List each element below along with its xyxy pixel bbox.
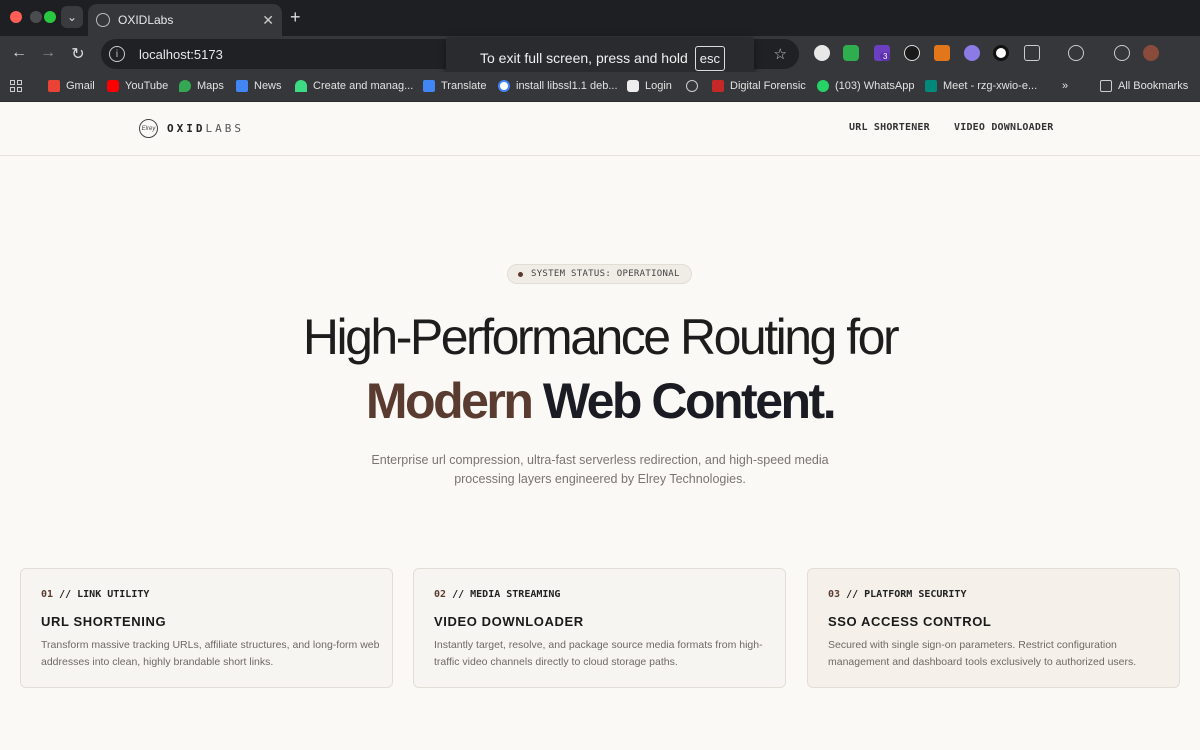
bookmark-news[interactable]: News bbox=[236, 80, 282, 92]
status-dot-icon bbox=[518, 271, 523, 277]
minimize-window-button[interactable] bbox=[30, 11, 42, 23]
forward-arrow-icon[interactable]: → bbox=[38, 44, 58, 62]
bookmark-digital-forensic[interactable]: Digital Forensic bbox=[712, 80, 806, 92]
fullscreen-window-button[interactable] bbox=[44, 11, 56, 23]
extension-ghost-icon[interactable] bbox=[964, 45, 980, 61]
logo-light-text: LABS bbox=[205, 122, 244, 135]
new-tab-plus-icon[interactable]: + bbox=[290, 7, 301, 28]
bookmark-whatsapp[interactable]: (103) WhatsApp bbox=[817, 80, 914, 92]
card-description: Transform massive tracking URLs, affilia… bbox=[41, 639, 380, 668]
hero-subtitle: Enterprise url compression, ultra-fast s… bbox=[371, 453, 829, 486]
google-icon bbox=[498, 80, 510, 92]
bookmark-globe[interactable] bbox=[686, 80, 704, 92]
extensions-puzzle-icon[interactable] bbox=[1024, 45, 1040, 61]
login-icon bbox=[627, 80, 639, 92]
nav-url-shortener[interactable]: URL SHORTENER bbox=[849, 122, 930, 133]
card-description: Instantly target, resolve, and package s… bbox=[434, 639, 763, 668]
android-icon bbox=[295, 80, 307, 92]
more-bookmarks-chevron-icon[interactable]: » bbox=[1062, 80, 1068, 92]
nav-video-downloader[interactable]: VIDEO DOWNLOADER bbox=[954, 122, 1054, 133]
hero-heading-line-2: Modern Web Content. bbox=[0, 372, 1200, 430]
whatsapp-icon bbox=[817, 80, 829, 92]
maps-icon bbox=[179, 80, 191, 92]
gmail-icon bbox=[48, 80, 60, 92]
feature-card-url-shortening: 01 // LINK UTILITY URL SHORTENING Transf… bbox=[20, 568, 393, 688]
performance-icon[interactable] bbox=[1114, 45, 1130, 61]
fullscreen-toast-message: To exit full screen, press and hold bbox=[480, 50, 688, 66]
globe-icon bbox=[96, 13, 110, 27]
bookmark-gmail[interactable]: Gmail bbox=[48, 80, 95, 92]
system-status-badge: SYSTEM STATUS: OPERATIONAL bbox=[507, 264, 692, 284]
bookmark-login[interactable]: Login bbox=[627, 80, 672, 92]
extension-infinity-icon[interactable] bbox=[993, 45, 1009, 61]
bookmark-create-and-manage[interactable]: Create and manag... bbox=[295, 80, 413, 92]
news-icon bbox=[236, 80, 248, 92]
logo-bold-text: OXID bbox=[167, 122, 206, 135]
bookmarks-bar: Gmail YouTube Maps News Create and manag… bbox=[0, 72, 1200, 102]
bookmark-maps[interactable]: Maps bbox=[179, 80, 224, 92]
bookmark-star-icon[interactable]: ☆ bbox=[774, 45, 787, 63]
profile-avatar[interactable] bbox=[1143, 45, 1159, 61]
hero-accent-word: Modern bbox=[365, 373, 534, 429]
folder-icon bbox=[1100, 80, 1112, 92]
hero-heading-rest: Web Content. bbox=[531, 373, 837, 429]
reload-icon[interactable]: ↻ bbox=[68, 44, 88, 64]
back-arrow-icon[interactable]: ← bbox=[9, 44, 29, 62]
all-bookmarks-folder[interactable]: All Bookmarks bbox=[1100, 80, 1188, 92]
bookmark-install-libssl[interactable]: install libssl1.1 deb... bbox=[498, 80, 618, 92]
tab-bar: ⌄ OXIDLabs ✕ + bbox=[0, 0, 1200, 36]
card-title: URL SHORTENING bbox=[41, 614, 167, 629]
card-title: SSO ACCESS CONTROL bbox=[828, 614, 992, 629]
browser-tab[interactable]: OXIDLabs ✕ bbox=[88, 4, 282, 36]
extension-icon[interactable] bbox=[814, 45, 830, 61]
site-info-icon[interactable]: i bbox=[109, 46, 125, 62]
tab-search-chevron-icon[interactable]: ⌄ bbox=[61, 6, 83, 28]
bookmark-meet[interactable]: Meet - rzg-xwio-e... bbox=[925, 80, 1037, 92]
meet-icon bbox=[925, 80, 937, 92]
history-icon[interactable] bbox=[1068, 45, 1084, 61]
extension-badge: 3 bbox=[880, 52, 891, 61]
bookmark-youtube[interactable]: YouTube bbox=[107, 80, 168, 92]
card-tag: 03 // PLATFORM SECURITY bbox=[828, 589, 967, 600]
card-tag: 02 // MEDIA STREAMING bbox=[434, 589, 561, 600]
site-header: Elrey OXIDLABS URL SHORTENER VIDEO DOWNL… bbox=[0, 102, 1200, 156]
apps-grid-icon[interactable] bbox=[10, 80, 23, 93]
bookmark-translate[interactable]: Translate bbox=[423, 80, 486, 92]
globe-icon bbox=[686, 80, 698, 92]
close-tab-icon[interactable]: ✕ bbox=[262, 12, 274, 29]
card-tag: 01 // LINK UTILITY bbox=[41, 589, 150, 600]
translate-icon bbox=[423, 80, 435, 92]
tab-title: OXIDLabs bbox=[118, 13, 174, 27]
extension-green-icon[interactable] bbox=[843, 45, 859, 61]
site-logo[interactable]: OXIDLABS bbox=[167, 122, 244, 135]
close-window-button[interactable] bbox=[10, 11, 22, 23]
esc-key: esc bbox=[694, 45, 726, 71]
feature-card-sso-access-control: 03 // PLATFORM SECURITY SSO ACCESS CONTR… bbox=[807, 568, 1180, 688]
card-description: Secured with single sign-on parameters. … bbox=[828, 639, 1137, 668]
hero-heading-line-1: High-Performance Routing for bbox=[302, 309, 900, 365]
metamask-icon[interactable] bbox=[934, 45, 950, 61]
status-text: SYSTEM STATUS: OPERATIONAL bbox=[531, 269, 680, 279]
forensic-icon bbox=[712, 80, 724, 92]
youtube-icon bbox=[107, 80, 119, 92]
extension-dark-icon[interactable] bbox=[904, 45, 920, 61]
logo-badge[interactable]: Elrey bbox=[139, 119, 158, 138]
feature-card-video-downloader: 02 // MEDIA STREAMING VIDEO DOWNLOADER I… bbox=[413, 568, 786, 688]
extension-purple-icon[interactable]: 3 bbox=[874, 45, 891, 61]
card-title: VIDEO DOWNLOADER bbox=[434, 614, 584, 629]
url-text[interactable]: localhost:5173 bbox=[139, 47, 223, 62]
